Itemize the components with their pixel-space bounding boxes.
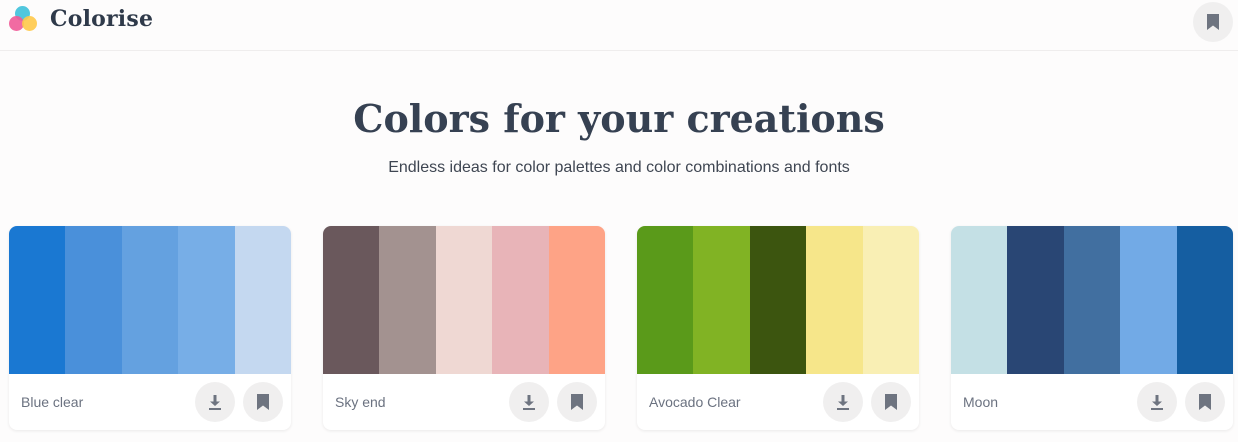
download-palette-button[interactable] [823, 382, 863, 422]
bookmark-palette-button[interactable] [557, 382, 597, 422]
palette-swatches [9, 226, 291, 374]
color-swatch[interactable] [1007, 226, 1064, 374]
bookmark-icon [1207, 14, 1219, 30]
palette-swatches [637, 226, 919, 374]
palette-card-footer: Blue clear [9, 374, 291, 430]
brand-name[interactable]: Colorise [50, 6, 153, 32]
color-swatch[interactable] [749, 226, 807, 374]
palette-card-footer: Sky end [323, 374, 605, 430]
palette-card-footer: Avocado Clear [637, 374, 919, 430]
download-icon [209, 394, 221, 410]
color-swatch[interactable] [492, 226, 549, 374]
color-swatch[interactable] [323, 226, 380, 374]
palette-swatches [951, 226, 1233, 374]
page-title: Colors for your creations [353, 96, 885, 141]
palette-name: Sky end [335, 394, 386, 410]
palette-name: Blue clear [21, 394, 84, 410]
color-swatch[interactable] [693, 226, 750, 374]
palette-card[interactable]: Sky end [323, 226, 605, 430]
bookmark-icon [885, 394, 897, 410]
download-palette-button[interactable] [195, 382, 235, 422]
download-icon [837, 394, 849, 410]
color-swatch[interactable] [65, 226, 122, 374]
palette-card-footer: Moon [951, 374, 1233, 430]
page-subtitle: Endless ideas for color palettes and col… [388, 159, 850, 176]
color-swatch[interactable] [379, 226, 436, 374]
bookmark-icon [257, 394, 269, 410]
palette-card[interactable]: Moon [951, 226, 1233, 430]
color-swatch[interactable] [121, 226, 179, 374]
bookmark-palette-button[interactable] [1185, 382, 1225, 422]
download-icon [1151, 394, 1163, 410]
saved-palettes-button[interactable] [1193, 2, 1233, 42]
bookmark-palette-button[interactable] [243, 382, 283, 422]
color-swatch[interactable] [234, 226, 291, 374]
color-swatch[interactable] [637, 226, 694, 374]
top-bar: Colorise [0, 0, 1238, 51]
color-swatch[interactable] [435, 226, 493, 374]
color-swatch[interactable] [9, 226, 66, 374]
color-swatch[interactable] [1176, 226, 1233, 374]
download-palette-button[interactable] [1137, 382, 1177, 422]
colorise-logo-icon[interactable] [8, 6, 40, 34]
color-swatch[interactable] [806, 226, 863, 374]
color-swatch[interactable] [862, 226, 919, 374]
color-swatch[interactable] [548, 226, 605, 374]
bookmark-icon [571, 394, 583, 410]
color-swatch[interactable] [1120, 226, 1177, 374]
download-palette-button[interactable] [509, 382, 549, 422]
palette-name: Moon [963, 394, 999, 410]
palette-card[interactable]: Blue clear [9, 226, 291, 430]
palette-swatches [323, 226, 605, 374]
color-swatch[interactable] [178, 226, 235, 374]
bookmark-icon [1199, 394, 1211, 410]
download-icon [523, 394, 535, 410]
palette-card[interactable]: Avocado Clear [637, 226, 919, 430]
color-swatch[interactable] [1063, 226, 1121, 374]
color-swatch[interactable] [951, 226, 1008, 374]
logo-circle-yellow [22, 16, 37, 31]
palette-name: Avocado Clear [649, 394, 741, 410]
bookmark-palette-button[interactable] [871, 382, 911, 422]
